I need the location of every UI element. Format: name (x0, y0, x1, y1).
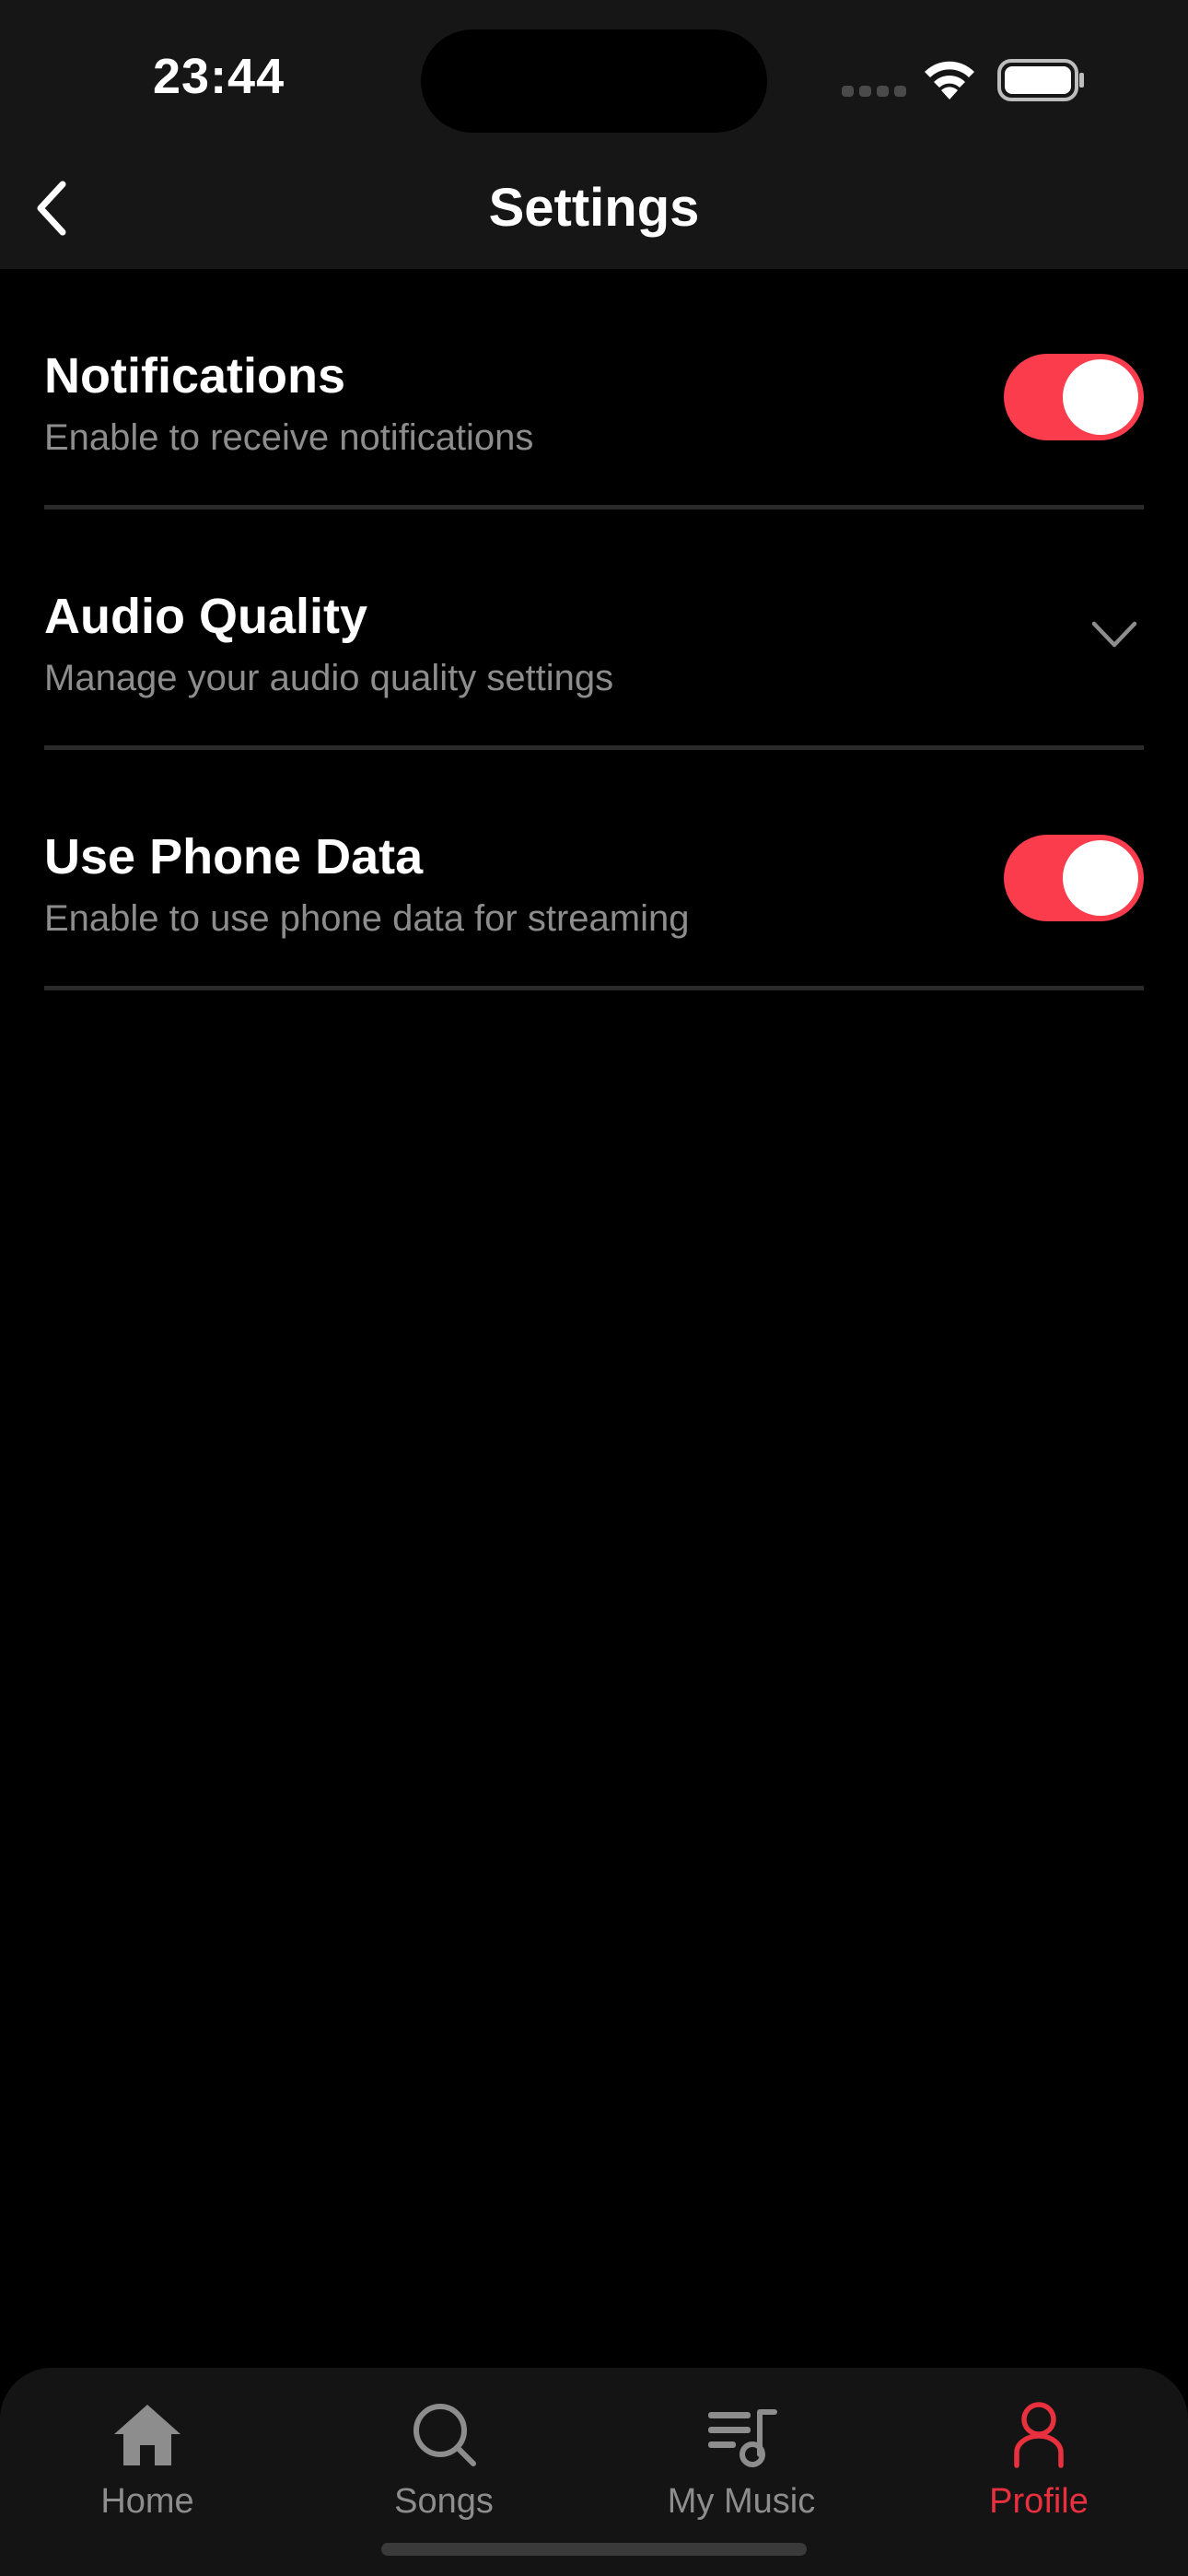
cellular-signal-icon (842, 86, 906, 97)
home-indicator (381, 2543, 807, 2556)
battery-icon (997, 59, 1084, 101)
tab-label: Home (100, 2482, 194, 2521)
setting-use-phone-data: Use Phone Data Enable to use phone data … (44, 750, 1144, 990)
setting-title: Use Phone Data (44, 829, 424, 884)
setting-subtitle: Enable to receive notifications (44, 417, 534, 458)
notifications-toggle[interactable] (1004, 354, 1144, 440)
tab-label: Profile (989, 2482, 1089, 2521)
setting-audio-quality[interactable]: Audio Quality Manage your audio quality … (44, 509, 1144, 750)
search-icon (413, 2404, 476, 2466)
chevron-down-icon[interactable] (1090, 620, 1138, 650)
profile-icon (1014, 2402, 1064, 2468)
wifi-icon (925, 61, 974, 100)
phone-data-toggle[interactable] (1004, 835, 1144, 921)
tab-home[interactable]: Home (37, 2399, 258, 2537)
playlist-icon (708, 2409, 777, 2467)
toggle-knob (1063, 359, 1138, 435)
tab-songs[interactable]: Songs (333, 2399, 554, 2537)
tab-profile[interactable]: Profile (928, 2399, 1149, 2537)
setting-subtitle: Enable to use phone data for streaming (44, 898, 690, 939)
status-time: 23:44 (153, 49, 285, 104)
top-bar: 23:44 Settings (0, 0, 1188, 269)
home-icon (114, 2405, 181, 2465)
dynamic-island (421, 29, 767, 133)
tab-label: Songs (394, 2482, 494, 2521)
setting-notifications: Notifications Enable to receive notifica… (44, 269, 1144, 509)
setting-subtitle: Manage your audio quality settings (44, 658, 614, 698)
tab-label: My Music (667, 2482, 816, 2521)
settings-list: Notifications Enable to receive notifica… (44, 269, 1144, 990)
page-title: Settings (488, 178, 700, 238)
setting-title: Notifications (44, 348, 346, 404)
toggle-knob (1063, 840, 1138, 916)
tab-my-music[interactable]: My Music (631, 2399, 852, 2537)
setting-title: Audio Quality (44, 589, 367, 644)
